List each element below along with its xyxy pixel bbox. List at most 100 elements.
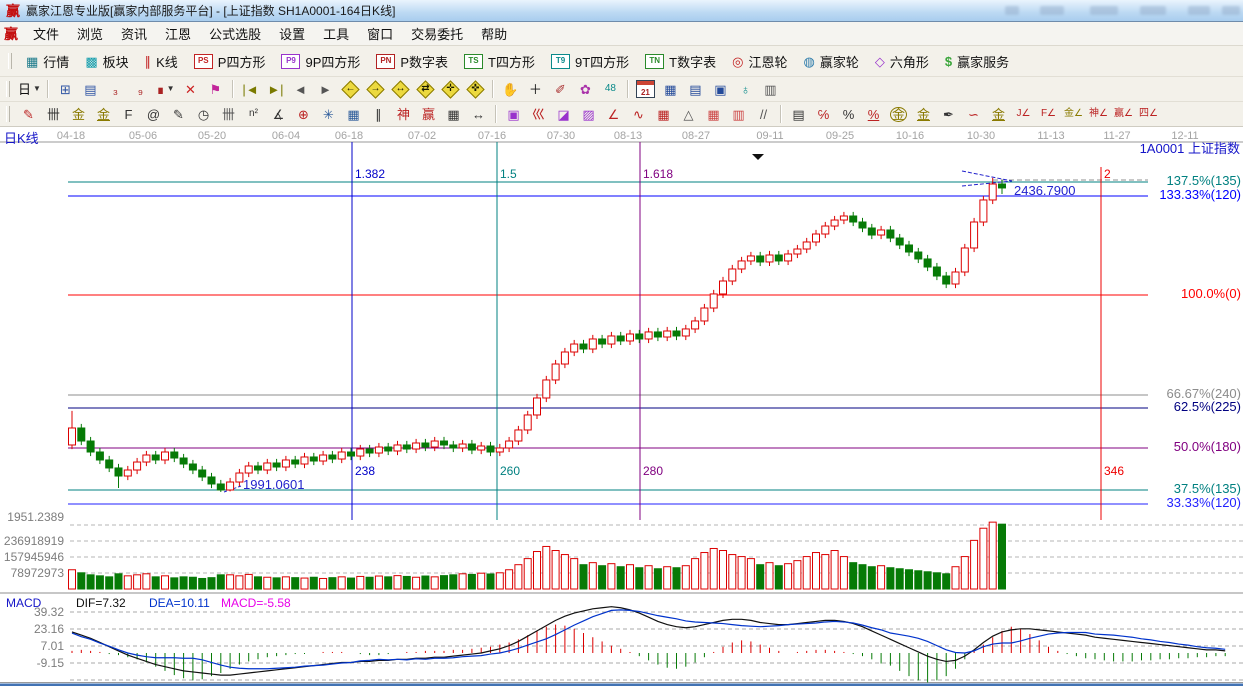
slash-lines-icon[interactable]: // [752, 103, 775, 125]
hand-pan-icon[interactable]: ✋ [499, 78, 522, 100]
diamond-expand-all-icon[interactable]: ✛ [439, 78, 462, 100]
red-grid3-icon[interactable]: ▥ [727, 103, 750, 125]
diamond-expand-icon[interactable]: ↔ [389, 78, 412, 100]
gold-ruler-icon[interactable]: 金 [67, 103, 90, 125]
menu-item-3[interactable]: 江恩 [156, 21, 200, 46]
diamond-compress-icon[interactable]: ⇄ [414, 78, 437, 100]
title-bar[interactable]: 赢 赢家江恩专业版[赢家内部服务平台] - [上证指数 SH1A0001-164… [0, 0, 1243, 22]
save-icon[interactable]: ▣ [709, 78, 732, 100]
angle-measure-icon[interactable]: ✐ [549, 78, 572, 100]
winner-wheel-button[interactable]: ◍ 赢家轮 [795, 49, 866, 74]
menu-item-4[interactable]: 公式选股 [200, 21, 270, 46]
close-red-icon[interactable]: ✕ [179, 78, 202, 100]
notes-icon[interactable]: ▤ [684, 78, 707, 100]
info-list-icon[interactable]: ▤ [79, 78, 102, 100]
crosshair-icon[interactable]: ＋ [524, 78, 547, 100]
j-angle-icon[interactable]: J∠ [1012, 103, 1035, 125]
triangle-icon[interactable]: △ [677, 103, 700, 125]
t-square-button[interactable]: TS T四方形 [456, 49, 543, 74]
red-grid2-icon[interactable]: ▦ [702, 103, 725, 125]
menu-item-9[interactable]: 帮助 [472, 21, 516, 46]
web-icon[interactable]: ✳ [317, 103, 340, 125]
ying-grid-icon[interactable]: 赢 [417, 103, 440, 125]
chart-9-icon[interactable]: ₉ [129, 78, 152, 100]
toolbar-handle[interactable] [6, 106, 10, 122]
menu-item-1[interactable]: 浏览 [68, 21, 112, 46]
percent-icon[interactable]: % [837, 103, 860, 125]
menu-item-5[interactable]: 设置 [270, 21, 314, 46]
chart-window-icon[interactable]: ⊞ [54, 78, 77, 100]
shen-angle-icon[interactable]: 神∠ [1087, 103, 1110, 125]
gold-angle-icon[interactable]: 金∠ [1062, 103, 1085, 125]
pane-period-label[interactable]: 日K线 [4, 131, 39, 146]
nav-prev-icon[interactable]: ◄ [289, 78, 312, 100]
diamond-left-icon[interactable]: ← [339, 78, 362, 100]
gold-red-icon[interactable]: 金 [987, 103, 1010, 125]
hexagon-button[interactable]: ◇ 六角形 [867, 49, 937, 74]
wave-a-icon[interactable]: ∽ [962, 103, 985, 125]
gold-ruler2-icon[interactable]: 金 [92, 103, 115, 125]
toolbar-handle[interactable] [8, 53, 12, 69]
wave-icon[interactable]: ∿ [627, 103, 650, 125]
menu-item-8[interactable]: 交易委托 [402, 21, 472, 46]
span-arrows-icon[interactable]: ↔ [467, 103, 490, 125]
si-angle-icon[interactable]: 四∠ [1137, 103, 1160, 125]
fan-lines-icon[interactable]: 巛 [527, 103, 550, 125]
winner-service-button[interactable]: $ 赢家服务 [937, 49, 1017, 74]
color-flag-icon[interactable]: ⚑ [204, 78, 227, 100]
wizard-icon[interactable]: ✿ [574, 78, 597, 100]
toolbar-handle[interactable] [6, 81, 10, 97]
diamond-compress-all-icon[interactable]: ✜ [464, 78, 487, 100]
period-day-button[interactable]: 日 ▼ [17, 78, 42, 100]
compass-icon[interactable]: ⊕ [292, 103, 315, 125]
percent-slash-icon[interactable]: ℅ [812, 103, 835, 125]
cycle-48-icon[interactable]: 48 [599, 78, 622, 100]
fib-ruler-icon[interactable]: F [117, 103, 140, 125]
t-table-button[interactable]: TN T数字表 [637, 49, 724, 74]
ink-pen-icon[interactable]: ✒ [937, 103, 960, 125]
quotes-button[interactable]: ▦ 行情 [18, 49, 77, 74]
spiral-icon[interactable]: @ [142, 103, 165, 125]
time-circle-icon[interactable]: ◷ [192, 103, 215, 125]
ying-angle-icon[interactable]: 赢∠ [1112, 103, 1135, 125]
box-lines-icon[interactable]: ▨ [577, 103, 600, 125]
angle-a-icon[interactable]: ∡ [267, 103, 290, 125]
diamond-right-icon[interactable]: → [364, 78, 387, 100]
sectors-button[interactable]: ▩ 板块 [77, 49, 136, 74]
pen-tool-icon[interactable]: ✎ [167, 103, 190, 125]
shen-grid-icon[interactable]: 神 [392, 103, 415, 125]
grid-box-icon[interactable]: ▦ [342, 103, 365, 125]
chart-3-icon[interactable]: ₃ [104, 78, 127, 100]
p-table-button[interactable]: PN P数字表 [368, 49, 456, 74]
print-icon[interactable]: ▥ [759, 78, 782, 100]
calculator-icon[interactable]: ▦ [659, 78, 682, 100]
percent-line-icon[interactable]: % [862, 103, 885, 125]
menu-item-7[interactable]: 窗口 [358, 21, 402, 46]
gann-ruler-icon[interactable]: 卌 [42, 103, 65, 125]
n-square-icon[interactable]: n² [242, 103, 265, 125]
9t-square-button[interactable]: T9 9T四方形 [543, 49, 637, 74]
menu-item-0[interactable]: 文件 [24, 21, 68, 46]
angle-line-icon[interactable]: ∠ [602, 103, 625, 125]
menu-item-6[interactable]: 工具 [314, 21, 358, 46]
menu-item-2[interactable]: 资讯 [112, 21, 156, 46]
gold-circle-icon[interactable]: 金 [887, 103, 910, 125]
grid-ruler-icon[interactable]: 卌 [217, 103, 240, 125]
gann-wheel-button[interactable]: ◎ 江恩轮 [724, 49, 795, 74]
stats-ratio-icon[interactable]: ▤ [787, 103, 810, 125]
nav-last-icon[interactable]: ►| [264, 78, 287, 100]
9p-square-button[interactable]: P9 9P四方形 [273, 49, 368, 74]
calendar-icon[interactable]: 21 [634, 78, 657, 100]
p-square-button[interactable]: PS P四方形 [186, 49, 274, 74]
share-net-icon[interactable]: ♁ [734, 78, 757, 100]
f-angle-icon[interactable]: F∠ [1037, 103, 1060, 125]
nav-first-icon[interactable]: |◄ [239, 78, 262, 100]
gold-lines-icon[interactable]: 金 [912, 103, 935, 125]
candle-style-button[interactable]: ∎ ▼ [154, 78, 177, 100]
macd-pane-label[interactable]: MACD [6, 596, 41, 610]
grid-123-icon[interactable]: ▦ [442, 103, 465, 125]
red-grid-icon[interactable]: ▦ [652, 103, 675, 125]
fan-box-icon[interactable]: ◪ [552, 103, 575, 125]
brush-tool-icon[interactable]: ✎ [17, 103, 40, 125]
box-corner-icon[interactable]: ▣ [502, 103, 525, 125]
